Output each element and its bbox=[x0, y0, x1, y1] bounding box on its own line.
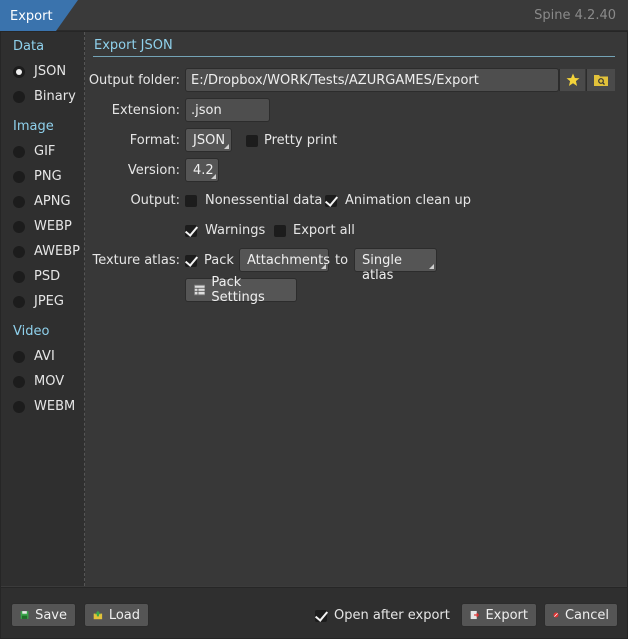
pretty-print-checkbox[interactable] bbox=[246, 135, 258, 147]
cancel-button[interactable]: Cancel bbox=[544, 603, 618, 627]
save-icon bbox=[20, 611, 29, 619]
export-all-label: Export all bbox=[293, 223, 355, 238]
radio-indicator bbox=[13, 170, 25, 183]
radio-mov[interactable]: MOV bbox=[13, 374, 64, 389]
animation-cleanup-checkbox[interactable] bbox=[325, 195, 337, 207]
radio-indicator bbox=[13, 295, 25, 308]
section-video-label: Video bbox=[13, 324, 50, 339]
folder-search-icon bbox=[594, 75, 608, 86]
radio-indicator bbox=[13, 270, 25, 283]
pack-checkbox[interactable] bbox=[185, 255, 197, 267]
favorite-folder-button[interactable] bbox=[559, 69, 585, 91]
nonessential-data-checkbox[interactable] bbox=[185, 195, 197, 207]
radio-label: PNG bbox=[34, 169, 62, 184]
pack-settings-button[interactable]: Pack Settings bbox=[185, 275, 297, 305]
radio-label: APNG bbox=[34, 194, 71, 209]
radio-indicator bbox=[13, 65, 25, 78]
open-after-export-label: Open after export bbox=[334, 608, 450, 623]
radio-indicator bbox=[13, 245, 25, 258]
radio-psd[interactable]: PSD bbox=[13, 269, 60, 284]
table-icon bbox=[194, 284, 206, 296]
radio-label: GIF bbox=[34, 144, 56, 159]
warnings-label: Warnings bbox=[205, 223, 266, 238]
star-icon bbox=[566, 73, 579, 86]
section-data-label: Data bbox=[13, 39, 45, 54]
export-button[interactable]: Export bbox=[461, 603, 537, 627]
radio-label: AVI bbox=[34, 349, 55, 364]
radio-label: Binary bbox=[34, 89, 76, 104]
radio-indicator bbox=[13, 90, 25, 103]
radio-png[interactable]: PNG bbox=[13, 169, 62, 184]
save-label: Save bbox=[35, 607, 67, 623]
radio-webm[interactable]: WEBM bbox=[13, 399, 75, 414]
radio-webp[interactable]: WEBP bbox=[13, 219, 72, 234]
warnings-checkbox[interactable] bbox=[185, 225, 197, 237]
radio-label: WEBM bbox=[34, 399, 76, 414]
radio-label: MOV bbox=[34, 374, 65, 389]
export-all-checkbox[interactable] bbox=[274, 225, 286, 237]
title-divider bbox=[93, 56, 615, 57]
pack-target-dropdown[interactable]: Single atlas bbox=[354, 248, 437, 283]
pretty-print-label: Pretty print bbox=[264, 133, 338, 148]
format-label: Format: bbox=[129, 133, 180, 148]
export-dialog: Data JSON Binary Image GIF PNG APNG WEBP bbox=[0, 31, 628, 639]
section-image-label: Image bbox=[13, 119, 54, 134]
pack-label: Pack bbox=[204, 253, 234, 268]
export-type-sidebar: Data JSON Binary Image GIF PNG APNG WEBP bbox=[1, 32, 85, 586]
panel-title: Export JSON bbox=[94, 38, 173, 53]
version-label: Version: bbox=[127, 163, 180, 178]
radio-avi[interactable]: AVI bbox=[13, 349, 55, 364]
extension-label: Extension: bbox=[111, 103, 180, 118]
window-title: Export bbox=[0, 0, 78, 31]
radio-label: WEBP bbox=[34, 219, 72, 234]
open-after-export-checkbox[interactable] bbox=[315, 610, 327, 622]
export-icon bbox=[470, 610, 480, 620]
radio-indicator bbox=[13, 145, 25, 158]
radio-indicator bbox=[13, 195, 25, 208]
title-bar: Export Spine 4.2.40 bbox=[0, 0, 628, 31]
load-button[interactable]: Load bbox=[84, 603, 149, 627]
radio-json[interactable]: JSON bbox=[13, 64, 66, 79]
radio-indicator bbox=[13, 350, 25, 363]
load-icon bbox=[93, 610, 103, 620]
export-label: Export bbox=[485, 607, 528, 623]
radio-label: JSON bbox=[34, 64, 67, 79]
pack-settings-label: Pack Settings bbox=[211, 275, 265, 305]
browse-folder-button[interactable] bbox=[586, 69, 615, 91]
export-settings-panel: Export JSON Output folder: E:/Dropbox/WO… bbox=[85, 32, 627, 586]
radio-indicator bbox=[13, 375, 25, 388]
texture-atlas-label: Texture atlas: bbox=[92, 253, 180, 268]
dialog-footer: Save Load Open after export Export Cance… bbox=[1, 587, 627, 638]
cancel-icon bbox=[553, 612, 559, 618]
app-version: Spine 4.2.40 bbox=[534, 8, 616, 23]
radio-label: JPEG bbox=[34, 294, 64, 309]
cancel-label: Cancel bbox=[564, 607, 609, 623]
extension-input[interactable]: .json bbox=[185, 98, 270, 122]
radio-awebp[interactable]: AWEBP bbox=[13, 244, 80, 259]
radio-indicator bbox=[13, 220, 25, 233]
save-button[interactable]: Save bbox=[11, 603, 76, 627]
animation-cleanup-label: Animation clean up bbox=[345, 193, 471, 208]
radio-label: AWEBP bbox=[34, 244, 81, 259]
nonessential-data-label: Nonessential data bbox=[205, 193, 323, 208]
radio-label: PSD bbox=[34, 269, 61, 284]
radio-apng[interactable]: APNG bbox=[13, 194, 71, 209]
radio-binary[interactable]: Binary bbox=[13, 89, 76, 104]
output-label: Output: bbox=[130, 193, 180, 208]
load-label: Load bbox=[108, 607, 140, 623]
output-folder-input[interactable]: E:/Dropbox/WORK/Tests/AZURGAMES/Export bbox=[185, 68, 559, 92]
format-dropdown[interactable]: JSON bbox=[185, 128, 232, 152]
radio-gif[interactable]: GIF bbox=[13, 144, 55, 159]
version-dropdown[interactable]: 4.2 bbox=[185, 158, 219, 182]
radio-jpeg[interactable]: JPEG bbox=[13, 294, 64, 309]
pack-source-dropdown[interactable]: Attachments bbox=[239, 248, 330, 272]
to-label: to bbox=[335, 253, 349, 268]
output-folder-label: Output folder: bbox=[88, 73, 180, 88]
radio-indicator bbox=[13, 400, 25, 413]
